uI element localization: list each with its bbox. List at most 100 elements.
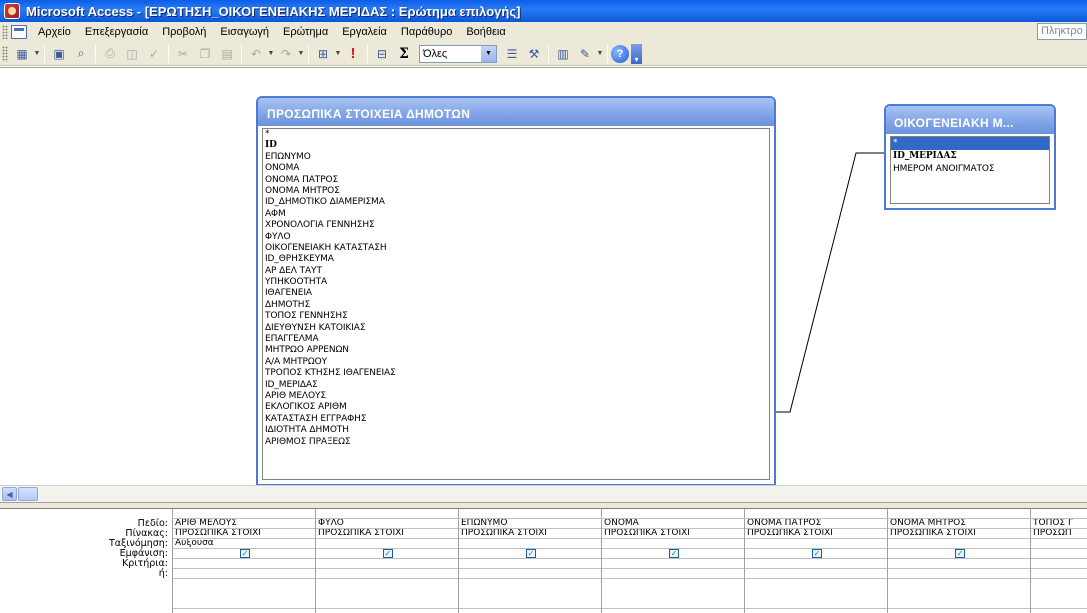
cut-icon[interactable]: ✂ [173, 44, 193, 64]
field-list-personal-data[interactable]: ΠΡΟΣΩΠΙΚΑ ΣΤΟΙΧΕΙΑ ΔΗΜΟΤΩΝ * ID ΕΠΩΝΥΜΟ ΟΝΟ… [256, 96, 776, 486]
show-table-icon[interactable]: ⊟ [372, 44, 392, 64]
print-icon[interactable]: ⎙ [100, 44, 120, 64]
spelling-icon[interactable]: ✓ [144, 44, 164, 64]
grid-sort-cell[interactable] [316, 539, 458, 549]
grid-field-cell[interactable]: ΟΝΟΜΑ ΠΑΤΡΟΣ [745, 519, 887, 529]
grid-or-cell[interactable] [1031, 579, 1087, 609]
grid-table-cell[interactable]: ΠΡΟΣΩΠΙΚΑ ΣΤΟΙΧΙ [316, 529, 458, 539]
database-window-icon[interactable]: ▥ [553, 44, 573, 64]
field-list-item[interactable]: ID [263, 140, 769, 151]
field-list-item[interactable]: * [891, 137, 1049, 150]
field-list-item[interactable]: ΜΗΤΡΩΟ ΑΡΡΕΝΩΝ [263, 345, 769, 356]
run-icon[interactable]: ! [343, 44, 363, 64]
grid-criteria-cell[interactable] [1031, 559, 1087, 569]
grid-column-selectors[interactable] [172, 509, 1087, 519]
grid-criteria-cell[interactable] [888, 559, 1030, 569]
grid-or-cell[interactable] [602, 569, 744, 579]
field-list-family-share[interactable]: ΟΙΚΟΓΕΝΕΙΑΚΗ Μ... * ID_ΜΕΡΙΔΑΣ ΗΜΕΡΟΜ ΑΝΟΙ… [884, 104, 1056, 210]
redo-icon[interactable]: ↷ [276, 44, 296, 64]
scrollbar-thumb[interactable] [18, 487, 38, 501]
grid-or-cell[interactable] [459, 579, 601, 609]
show-checkbox[interactable]: ✓ [669, 549, 679, 558]
builder-icon[interactable]: ⚒ [524, 44, 544, 64]
grid-sort-cell[interactable] [1031, 539, 1087, 549]
grid-sort-cell[interactable]: Αύξουσα [173, 539, 315, 549]
field-list-item[interactable]: ΤΟΠΟΣ ΓΕΝΝΗΣΗΣ [263, 311, 769, 322]
document-icon[interactable] [11, 25, 27, 39]
copy-icon[interactable]: ❐ [195, 44, 215, 64]
new-object-icon[interactable]: ✎ [575, 44, 595, 64]
menu-insert[interactable]: Εισαγωγή [213, 26, 276, 38]
undo-icon[interactable]: ↶ [246, 44, 266, 64]
horizontal-scrollbar[interactable]: ◀ [0, 485, 1087, 502]
field-list-item[interactable]: ΧΡΟΝΟΛΟΓΙΑ ΓΕΝΝΗΣΗΣ [263, 220, 769, 231]
grid-show-cell[interactable]: ✓ [459, 549, 601, 559]
field-list-title[interactable]: ΠΡΟΣΩΠΙΚΑ ΣΤΟΙΧΕΙΑ ΔΗΜΟΤΩΝ [258, 98, 774, 126]
print-preview-icon[interactable]: ◫ [122, 44, 142, 64]
show-checkbox[interactable]: ✓ [955, 549, 965, 558]
grid-or-cell[interactable] [173, 579, 315, 609]
grid-field-cell[interactable]: ΑΡΙΘ ΜΕΛΟΥΣ [173, 519, 315, 529]
query-type-icon[interactable]: ⊞ [313, 44, 333, 64]
menu-help[interactable]: Βοήθεια [459, 26, 512, 38]
grid-criteria-cell[interactable] [173, 559, 315, 569]
grid-field-cell[interactable]: ΟΝΟΜΑ ΜΗΤΡΟΣ [888, 519, 1030, 529]
grid-or-cell[interactable] [316, 579, 458, 609]
field-list-item[interactable]: ΚΑΤΑΣΤΑΣΗ ΕΓΓΡΑΦΗΣ [263, 414, 769, 425]
show-checkbox[interactable]: ✓ [240, 549, 250, 558]
grid-or-cell[interactable] [745, 579, 887, 609]
pane-splitter[interactable] [0, 502, 1087, 509]
grid-field-cell[interactable]: ΟΝΟΜΑ [602, 519, 744, 529]
properties-icon[interactable]: ☰ [502, 44, 522, 64]
field-list-item[interactable]: ID_ΘΡΗΣΚΕΥΜΑ [263, 254, 769, 265]
help-search-box[interactable]: Πληκτρο [1037, 23, 1087, 40]
field-list-title[interactable]: ΟΙΚΟΓΕΝΕΙΑΚΗ Μ... [886, 106, 1054, 134]
scroll-left-icon[interactable]: ◀ [2, 487, 17, 501]
field-list-item[interactable]: ΕΠΑΓΓΕΛΜΑ [263, 334, 769, 345]
field-list-item[interactable]: ΙΔΙΟΤΗΤΑ ΔΗΜΟΤΗ [263, 425, 769, 436]
table-pane[interactable]: ΠΡΟΣΩΠΙΚΑ ΣΤΟΙΧΕΙΑ ΔΗΜΟΤΩΝ * ID ΕΠΩΝΥΜΟ ΟΝΟ… [0, 67, 1087, 486]
field-list-item[interactable]: ΑΡΙΘ ΜΕΛΟΥΣ [263, 391, 769, 402]
field-list-item[interactable]: ΦΥΛΟ [263, 232, 769, 243]
show-checkbox[interactable]: ✓ [383, 549, 393, 558]
field-list-item[interactable]: ΕΚΛΟΓΙΚΟΣ ΑΡΙΘΜ [263, 402, 769, 413]
field-list-item[interactable]: ID_ΔΗΜΟΤΙΚΟ ΔΙΑΜΕΡΙΣΜΑ [263, 197, 769, 208]
field-list-item[interactable]: ΟΝΟΜΑ [263, 163, 769, 174]
grid-show-cell[interactable]: ✓ [888, 549, 1030, 559]
grid-sort-cell[interactable] [602, 539, 744, 549]
field-list-item[interactable]: Α/Α ΜΗΤΡΩΟΥ [263, 357, 769, 368]
field-list-item[interactable]: ΕΠΩΝΥΜΟ [263, 152, 769, 163]
field-list-item[interactable]: ΑΡΙΘΜΟΣ ΠΡΑΞΕΩΣ [263, 437, 769, 448]
view-dropdown-arrow[interactable]: ▼ [33, 50, 41, 57]
grid-table-cell[interactable]: ΠΡΟΣΩΠΙΚΑ ΣΤΟΙΧΙ [745, 529, 887, 539]
view-icon[interactable]: ▦ [12, 44, 32, 64]
redo-dropdown-arrow[interactable]: ▼ [297, 50, 305, 57]
grid-table-cell[interactable]: ΠΡΟΣΩΠ [1031, 529, 1087, 539]
grid-sort-cell[interactable] [459, 539, 601, 549]
menu-file[interactable]: Αρχείο [31, 26, 78, 38]
query-type-dropdown-arrow[interactable]: ▼ [334, 50, 342, 57]
grid-show-cell[interactable]: ✓ [602, 549, 744, 559]
paste-icon[interactable]: ▤ [217, 44, 237, 64]
field-list-item[interactable]: ΙΘΑΓΕΝΕΙΑ [263, 288, 769, 299]
toolbar-options-icon[interactable]: ▾ [631, 43, 642, 64]
grid-sort-cell[interactable] [888, 539, 1030, 549]
grid-or-cell[interactable] [1031, 569, 1087, 579]
grid-show-cell[interactable]: ✓ [316, 549, 458, 559]
grid-field-cell[interactable]: ΦΥΛΟ [316, 519, 458, 529]
field-list-item[interactable]: ΟΝΟΜΑ ΠΑΤΡΟΣ [263, 175, 769, 186]
field-list-item[interactable]: ID_ΜΕΡΙΔΑΣ [263, 380, 769, 391]
grid-criteria-cell[interactable] [316, 559, 458, 569]
field-list-item[interactable]: ΟΝΟΜΑ ΜΗΤΡΟΣ [263, 186, 769, 197]
field-list-item[interactable]: ΑΦΜ [263, 209, 769, 220]
totals-icon[interactable]: Σ [394, 44, 414, 64]
menu-tools[interactable]: Εργαλεία [335, 26, 394, 38]
grid-table-cell[interactable]: ΠΡΟΣΩΠΙΚΑ ΣΤΟΙΧΙ [459, 529, 601, 539]
grid-show-cell[interactable]: ✓ [173, 549, 315, 559]
grid-field-cell[interactable]: ΕΠΩΝΥΜΟ [459, 519, 601, 529]
field-list-item[interactable]: ΗΜΕΡΟΜ ΑΝΟΙΓΜΑΤΟΣ [891, 163, 1049, 176]
chevron-down-icon[interactable]: ▼ [481, 45, 496, 62]
grid-criteria-cell[interactable] [602, 559, 744, 569]
grid-field-cell[interactable]: ΤΟΠΟΣ Γ [1031, 519, 1087, 529]
menu-view[interactable]: Προβολή [155, 26, 213, 38]
